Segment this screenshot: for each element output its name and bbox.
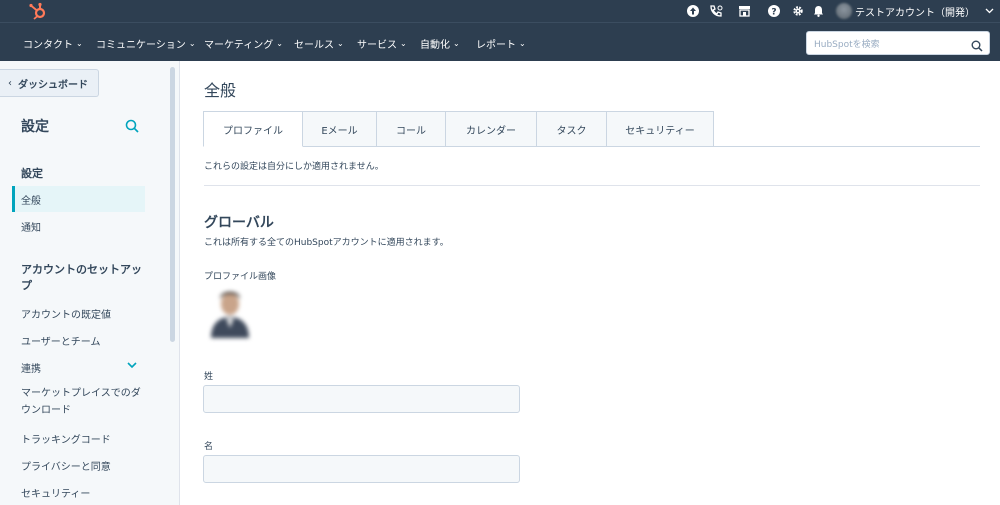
first-name-label: 名 (204, 442, 214, 452)
tab-profile[interactable]: プロファイル (203, 111, 303, 147)
sidebar-title: 設定 (21, 119, 49, 135)
nav-label: コミュニケーション (96, 40, 186, 51)
gear-icon[interactable] (791, 3, 804, 19)
top-utility-bar: ? テストアカウント（開発） (0, 0, 1000, 22)
avatar (836, 3, 852, 19)
nav-automation[interactable]: 自動化 ⌄ (420, 36, 460, 51)
tab-tasks[interactable]: タスク (537, 111, 607, 147)
first-name-field[interactable] (203, 455, 520, 483)
sidebar-item-general[interactable]: 全般 (12, 186, 145, 212)
section-divider (204, 185, 980, 186)
chevron-left-icon: ‹ (8, 77, 12, 89)
back-to-dashboard-button[interactable]: ‹ ダッシュボード (0, 69, 99, 97)
chevron-down-icon (985, 6, 994, 17)
chevron-down-icon: ⌄ (276, 39, 283, 48)
nav-conversations[interactable]: コミュニケーション ⌄ (96, 36, 196, 51)
tab-calling[interactable]: コール (377, 111, 446, 147)
last-name-label: 姓 (204, 372, 214, 382)
sidebar-item-integrations[interactable]: 連携 (12, 354, 145, 380)
account-menu[interactable]: テストアカウント（開発） (836, 2, 994, 20)
calling-icon[interactable] (709, 3, 723, 19)
tabs-divider (714, 146, 980, 147)
sidebar-item-notifications[interactable]: 通知 (12, 213, 145, 239)
chevron-down-icon: ⌄ (188, 39, 196, 48)
bell-icon[interactable] (812, 3, 825, 19)
sidebar-item-account-defaults[interactable]: アカウントの既定値 (12, 300, 145, 326)
sidebar-item-users-teams[interactable]: ユーザーとチーム (12, 327, 145, 353)
nav-label: コンタクト (23, 40, 73, 51)
chevron-down-icon[interactable] (127, 361, 137, 372)
sidebar-item-label: 連携 (21, 363, 41, 375)
global-heading: グローバル (204, 215, 274, 231)
last-name-input[interactable] (204, 386, 519, 412)
sidebar-item-tracking-code[interactable]: トラッキングコード (12, 425, 145, 451)
scope-note: これらの設定は自分にしか適用されません。 (204, 162, 384, 172)
search-icon[interactable] (971, 37, 983, 56)
settings-tabs: プロファイル Eメール コール カレンダー タスク セキュリティー (203, 111, 714, 147)
nav-marketing[interactable]: マーケティング ⌄ (204, 36, 283, 51)
account-name: テストアカウント（開発） (855, 7, 975, 19)
tab-email[interactable]: Eメール (303, 111, 377, 147)
chevron-down-icon: ⌄ (453, 39, 460, 48)
nav-label: 自動化 (420, 40, 450, 51)
first-name-input[interactable] (204, 456, 519, 482)
nav-reports[interactable]: レポート ⌄ (476, 36, 526, 51)
last-name-field[interactable] (203, 385, 520, 413)
nav-label: マーケティング (204, 40, 274, 51)
nav-label: サービス (357, 40, 397, 51)
tab-calendar[interactable]: カレンダー (446, 111, 537, 147)
sidebar-item-privacy-consent[interactable]: プライバシーと同意 (12, 452, 145, 478)
chevron-down-icon: ⌄ (519, 39, 526, 48)
tab-security[interactable]: セキュリティー (607, 111, 714, 147)
sidebar-item-marketplace-downloads[interactable]: マーケットプレイスでのダウンロード (21, 385, 141, 419)
main-nav: コンタクト ⌄ コミュニケーション ⌄ マーケティング ⌄ セールス ⌄ サービス ⌄ 自… (0, 22, 1000, 61)
back-label: ダッシュボード (18, 79, 88, 91)
hubspot-logo-icon[interactable] (28, 2, 48, 20)
page-title: 全般 (204, 81, 237, 100)
chevron-down-icon: ⌄ (76, 39, 83, 48)
global-description: これは所有する全てのHubSpotアカウントに適用されます。 (204, 238, 449, 248)
chevron-down-icon: ⌄ (337, 39, 344, 48)
sidebar-scrollbar[interactable] (170, 67, 175, 342)
nav-label: セールス (294, 40, 334, 51)
sidebar-section-settings: 設定 (21, 167, 43, 180)
search-icon[interactable] (125, 118, 139, 137)
profile-photo-label: プロファイル画像 (204, 272, 277, 282)
settings-sidebar: ‹ ダッシュボード 設定 設定 全般 通知 アカウントのセットアップ アカウント… (0, 61, 180, 505)
nav-sales[interactable]: セールス ⌄ (294, 36, 344, 51)
search-input[interactable] (807, 34, 967, 56)
marketplace-icon[interactable] (738, 3, 751, 19)
nav-contacts[interactable]: コンタクト ⌄ (23, 36, 83, 51)
global-search[interactable] (806, 31, 990, 56)
help-icon[interactable]: ? (767, 3, 780, 19)
svg-text:?: ? (771, 8, 776, 18)
nav-service[interactable]: サービス ⌄ (357, 36, 407, 51)
sidebar-item-security[interactable]: セキュリティー (12, 479, 145, 505)
profile-photo[interactable] (208, 288, 252, 338)
nav-label: レポート (476, 40, 516, 51)
upgrade-icon[interactable] (686, 3, 699, 19)
sidebar-section-account-setup: アカウントのセットアップ (21, 263, 142, 292)
chevron-down-icon: ⌄ (400, 39, 407, 48)
